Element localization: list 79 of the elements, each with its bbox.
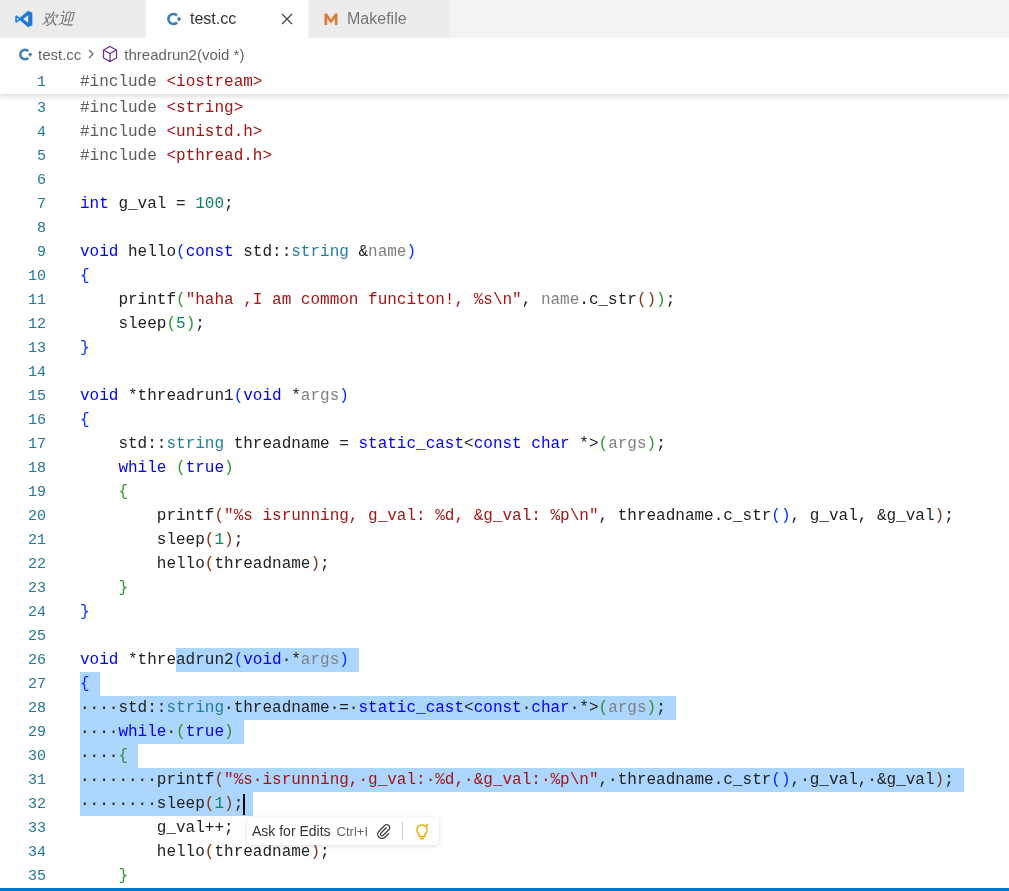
line-number: 17	[27, 435, 46, 453]
breadcrumb-item[interactable]: threadrun2(void *)	[124, 45, 245, 63]
cpp-file-icon	[166, 11, 182, 27]
line-number: 7	[36, 195, 46, 213]
line-number: 30	[27, 747, 46, 765]
selected-code: adrun2(void·*args)	[176, 648, 359, 672]
line-number: 31	[27, 771, 46, 789]
line-number: 28	[27, 699, 46, 717]
close-icon[interactable]	[280, 12, 294, 26]
code-line: #include <pthread.h>	[80, 146, 273, 167]
selected-code: ········sleep(1);	[80, 792, 254, 816]
code-line: g_val++;	[155, 818, 234, 839]
line-number: 33	[27, 819, 46, 837]
line-number: 4	[36, 123, 46, 141]
code-line: void *thre	[80, 650, 176, 671]
line-number: 18	[27, 459, 46, 477]
selected-code: ····{	[80, 744, 138, 768]
paperclip-icon[interactable]	[376, 823, 392, 839]
code-line: void hello(const std::string &name)	[80, 242, 417, 263]
inline-chat-hint[interactable]: Ask for Edits Ctrl+I	[247, 817, 439, 845]
code-editor-logo-icon	[14, 9, 34, 29]
code-line: #include <iostream>	[80, 72, 263, 93]
code-line: sleep(1);	[155, 530, 244, 551]
line-number: 14	[27, 363, 46, 381]
line-number: 23	[27, 579, 46, 597]
line-number: 3	[36, 99, 46, 117]
makefile-icon	[323, 11, 339, 27]
line-number: 27	[27, 675, 46, 693]
selected-code: ········printf("%s·isrunning,·g_val:·%d,·&g_val:·%p\n",·threadname.c_str(),·g_val,·&g_val);	[80, 768, 964, 792]
line-number: 1	[36, 73, 46, 91]
code-line: }	[80, 602, 90, 623]
line-number: 25	[27, 627, 46, 645]
selected-code: ····std::string·threadname·=·static_cast<const·char·*>(args);	[80, 696, 676, 720]
selected-code: ····while·(true)	[80, 720, 244, 744]
code-line: #include <unistd.h>	[80, 122, 263, 143]
code-line: int g_val = 100;	[80, 194, 234, 215]
line-number: 24	[27, 603, 46, 621]
line-number: 35	[27, 867, 46, 885]
line-number: 20	[27, 507, 46, 525]
line-number: 34	[27, 843, 46, 861]
code-line: {	[80, 266, 90, 287]
line-number: 10	[27, 267, 46, 285]
code-line: }	[80, 338, 90, 359]
code-line: printf("%s isrunning, g_val: %d, &g_val: %p\n", threadname.c_str(), g_val, &g_val);	[155, 506, 954, 527]
cpp-file-icon	[18, 46, 33, 62]
code-line: while (true)	[117, 458, 234, 479]
code-line: #include <string>	[80, 98, 244, 119]
code-line: std::string threadname = static_cast<const char *>(args);	[117, 434, 666, 455]
code-line: {	[80, 410, 90, 431]
line-number: 22	[27, 555, 46, 573]
code-line: printf("haha ,I am common funciton!, %s\n", name.c_str());	[117, 290, 676, 311]
line-number: 21	[27, 531, 46, 549]
line-number: 12	[27, 315, 46, 333]
line-number: 6	[36, 171, 46, 189]
line-number: 5	[36, 147, 46, 165]
line-number: 16	[27, 411, 46, 429]
code-line: }	[117, 578, 128, 599]
line-number: 19	[27, 483, 46, 501]
code-line: }	[117, 866, 128, 887]
editor-tab[interactable]: 欢迎	[0, 0, 146, 38]
code-line: {	[117, 482, 128, 503]
line-number: 8	[36, 219, 46, 237]
selected-code: {	[80, 672, 100, 696]
line-number: 15	[27, 387, 46, 405]
hint-label: Ask for Edits	[252, 823, 331, 839]
line-number: 32	[27, 795, 46, 813]
cube-icon	[101, 45, 120, 63]
editor-tab[interactable]: test.cc	[146, 0, 309, 38]
line-number: 13	[27, 339, 46, 357]
line-number: 26	[27, 651, 46, 669]
code-line: void *threadrun1(void *args)	[80, 386, 349, 407]
keyboard-shortcut: Ctrl+I	[336, 823, 368, 839]
code-line: hello(threadname);	[155, 554, 330, 575]
line-number: 29	[27, 723, 46, 741]
code-line: sleep(5);	[117, 314, 205, 335]
line-number: 11	[27, 291, 46, 309]
editor-tab[interactable]: Makefile	[309, 0, 450, 38]
breadcrumb-item[interactable]: test.cc	[38, 45, 82, 63]
line-number: 9	[36, 243, 46, 261]
